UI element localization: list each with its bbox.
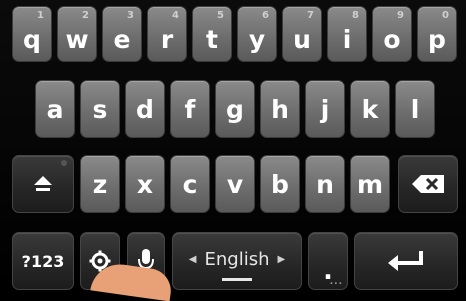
key-p-hint: 0 <box>442 10 449 21</box>
key-c[interactable]: c <box>170 155 210 213</box>
key-w[interactable]: 2 w <box>57 6 97 62</box>
space-bar-icon <box>222 278 252 281</box>
key-u-hint: 7 <box>307 10 314 21</box>
key-t[interactable]: 5 t <box>192 6 232 62</box>
key-q[interactable]: 1 q <box>12 6 52 62</box>
key-g-label: g <box>226 94 244 124</box>
key-z[interactable]: z <box>80 155 120 213</box>
space-key-language: English <box>204 248 270 270</box>
space-key[interactable]: ◀ English ▶ <box>172 232 302 290</box>
key-b[interactable]: b <box>260 155 300 213</box>
key-s-label: s <box>92 94 108 124</box>
key-w-hint: 2 <box>82 10 89 21</box>
shift-key[interactable] <box>12 155 74 213</box>
key-n[interactable]: n <box>305 155 345 213</box>
key-i[interactable]: 8 i <box>327 6 367 62</box>
symbols-key-label: ?123 <box>21 251 65 271</box>
backspace-key[interactable] <box>398 155 458 213</box>
key-t-label: t <box>206 24 218 54</box>
key-f-label: f <box>184 94 196 124</box>
key-m[interactable]: m <box>350 155 390 213</box>
enter-key[interactable] <box>354 232 458 290</box>
key-q-label: q <box>23 24 41 54</box>
key-t-hint: 5 <box>217 10 224 21</box>
key-j[interactable]: j <box>305 80 345 138</box>
enter-return-icon <box>388 251 423 271</box>
key-e[interactable]: 3 e <box>102 6 142 62</box>
key-y-hint: 6 <box>262 10 269 21</box>
key-m-label: m <box>356 169 384 199</box>
language-next-icon: ▶ <box>277 253 286 265</box>
key-b-label: b <box>271 169 289 199</box>
key-f[interactable]: f <box>170 80 210 138</box>
key-x[interactable]: x <box>125 155 165 213</box>
key-q-hint: 1 <box>37 10 44 21</box>
shift-indicator <box>61 160 67 166</box>
key-u[interactable]: 7 u <box>282 6 322 62</box>
language-prev-icon: ◀ <box>188 253 197 265</box>
key-e-label: e <box>113 24 131 54</box>
key-r-hint: 4 <box>172 10 179 21</box>
period-key-dots: ... <box>329 277 343 287</box>
backspace-icon <box>412 175 444 193</box>
key-l-label: l <box>410 94 420 124</box>
key-h-label: h <box>271 94 289 124</box>
key-n-label: n <box>316 169 334 199</box>
key-z-label: z <box>92 169 108 199</box>
key-a-label: a <box>46 94 64 124</box>
key-g[interactable]: g <box>215 80 255 138</box>
key-l[interactable]: l <box>395 80 435 138</box>
key-d[interactable]: d <box>125 80 165 138</box>
key-p[interactable]: 0 p <box>417 6 457 62</box>
key-i-hint: 8 <box>352 10 359 21</box>
key-y-label: y <box>248 24 266 54</box>
shift-arrow-icon <box>34 176 52 191</box>
key-y[interactable]: 6 y <box>237 6 277 62</box>
key-w-label: w <box>65 24 89 54</box>
key-s[interactable]: s <box>80 80 120 138</box>
symbols-key[interactable]: ?123 <box>12 232 74 290</box>
key-o-label: o <box>383 24 401 54</box>
key-e-hint: 3 <box>127 10 134 21</box>
key-o-hint: 9 <box>397 10 404 21</box>
key-k-label: k <box>361 94 379 124</box>
key-j-label: j <box>320 94 330 124</box>
key-r-label: r <box>160 24 174 54</box>
key-c-label: c <box>182 169 198 199</box>
key-v[interactable]: v <box>215 155 255 213</box>
key-v-label: v <box>226 169 244 199</box>
key-o[interactable]: 9 o <box>372 6 412 62</box>
key-p-label: p <box>428 24 446 54</box>
soft-keyboard: 1 q 2 w 3 e 4 r 5 t 6 y 7 u 8 i 9 o 0 p … <box>0 0 466 301</box>
key-h[interactable]: h <box>260 80 300 138</box>
language-switcher: ◀ English ▶ <box>189 249 285 270</box>
key-r[interactable]: 4 r <box>147 6 187 62</box>
key-u-label: u <box>293 24 311 54</box>
key-i-label: i <box>342 24 352 54</box>
key-k[interactable]: k <box>350 80 390 138</box>
key-x-label: x <box>136 169 154 199</box>
key-d-label: d <box>136 94 154 124</box>
period-key[interactable]: . ... <box>308 232 348 290</box>
key-a[interactable]: a <box>35 80 75 138</box>
